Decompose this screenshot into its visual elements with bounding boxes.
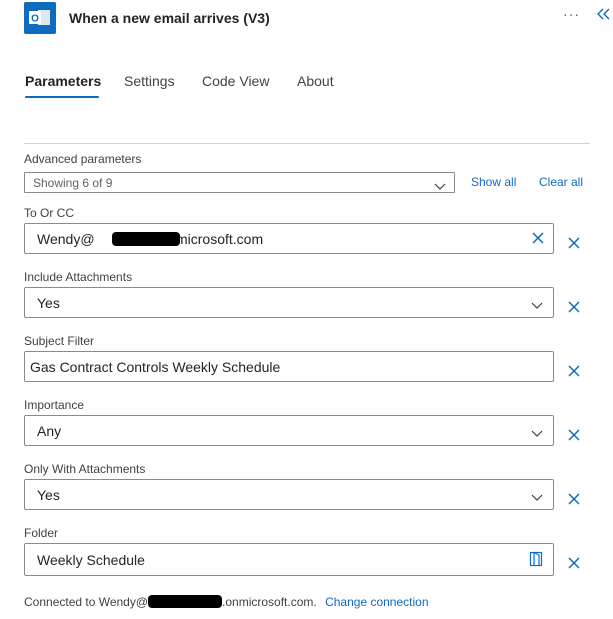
chevron-down-icon xyxy=(531,297,543,315)
only-with-attachments-value: Yes xyxy=(37,487,60,503)
more-options-button[interactable]: ··· xyxy=(563,6,580,22)
tab-parameters[interactable]: Parameters xyxy=(25,73,101,89)
remove-parameter-icon[interactable] xyxy=(567,300,581,319)
connection-info: Connected to Wendy@ .onmicrosoft.com. Cha… xyxy=(24,595,429,609)
tab-about[interactable]: About xyxy=(297,73,334,89)
change-connection-link[interactable]: Change connection xyxy=(325,595,428,609)
active-tab-indicator xyxy=(25,96,99,98)
only-with-attachments-dropdown[interactable]: Yes xyxy=(24,479,554,510)
svg-text:O: O xyxy=(31,14,39,25)
remove-parameter-icon[interactable] xyxy=(567,364,581,383)
show-all-link[interactable]: Show all xyxy=(471,175,516,189)
importance-dropdown[interactable]: Any xyxy=(24,415,554,446)
to-or-cc-label: To Or CC xyxy=(24,206,75,220)
chevron-down-icon xyxy=(531,489,543,507)
folder-picker-icon[interactable] xyxy=(529,551,543,572)
tab-settings[interactable]: Settings xyxy=(124,73,175,89)
subject-filter-input[interactable]: Gas Contract Controls Weekly Schedule xyxy=(24,351,554,382)
folder-input[interactable]: Weekly Schedule xyxy=(24,543,554,576)
redaction xyxy=(148,595,223,608)
tab-code-view[interactable]: Code View xyxy=(202,73,269,89)
include-attachments-value: Yes xyxy=(37,295,60,311)
redaction xyxy=(112,232,180,246)
divider xyxy=(24,143,590,144)
folder-value: Weekly Schedule xyxy=(37,552,145,568)
outlook-icon: O xyxy=(24,2,56,34)
chevron-down-icon xyxy=(531,425,543,443)
advanced-parameters-label: Advanced parameters xyxy=(24,152,142,166)
subject-filter-value: Gas Contract Controls Weekly Schedule xyxy=(30,359,281,375)
remove-parameter-icon[interactable] xyxy=(567,236,581,255)
connected-suffix: .onmicrosoft.com. xyxy=(222,595,317,609)
importance-label: Importance xyxy=(24,398,85,412)
to-or-cc-input[interactable]: Wendy@ .onmicrosoft.com xyxy=(24,223,554,254)
importance-value: Any xyxy=(37,423,62,439)
include-attachments-dropdown[interactable]: Yes xyxy=(24,287,554,318)
connected-prefix: Connected to Wendy@ xyxy=(24,595,149,609)
remove-parameter-icon[interactable] xyxy=(567,556,581,575)
chevron-down-icon xyxy=(434,178,446,196)
include-attachments-label: Include Attachments xyxy=(24,270,133,284)
clear-all-link[interactable]: Clear all xyxy=(539,175,583,189)
advanced-parameters-dropdown[interactable]: Showing 6 of 9 xyxy=(24,172,455,193)
only-with-attachments-label: Only With Attachments xyxy=(24,462,146,476)
remove-parameter-icon[interactable] xyxy=(567,492,581,511)
subject-filter-label: Subject Filter xyxy=(24,334,95,348)
advanced-parameters-value: Showing 6 of 9 xyxy=(33,176,113,190)
clear-icon[interactable] xyxy=(531,231,545,250)
remove-parameter-icon[interactable] xyxy=(567,428,581,447)
collapse-panel-icon[interactable] xyxy=(597,7,611,25)
operation-title: When a new email arrives (V3) xyxy=(69,10,270,26)
header: O When a new email arrives (V3) ··· xyxy=(0,0,613,40)
folder-label: Folder xyxy=(24,526,59,540)
